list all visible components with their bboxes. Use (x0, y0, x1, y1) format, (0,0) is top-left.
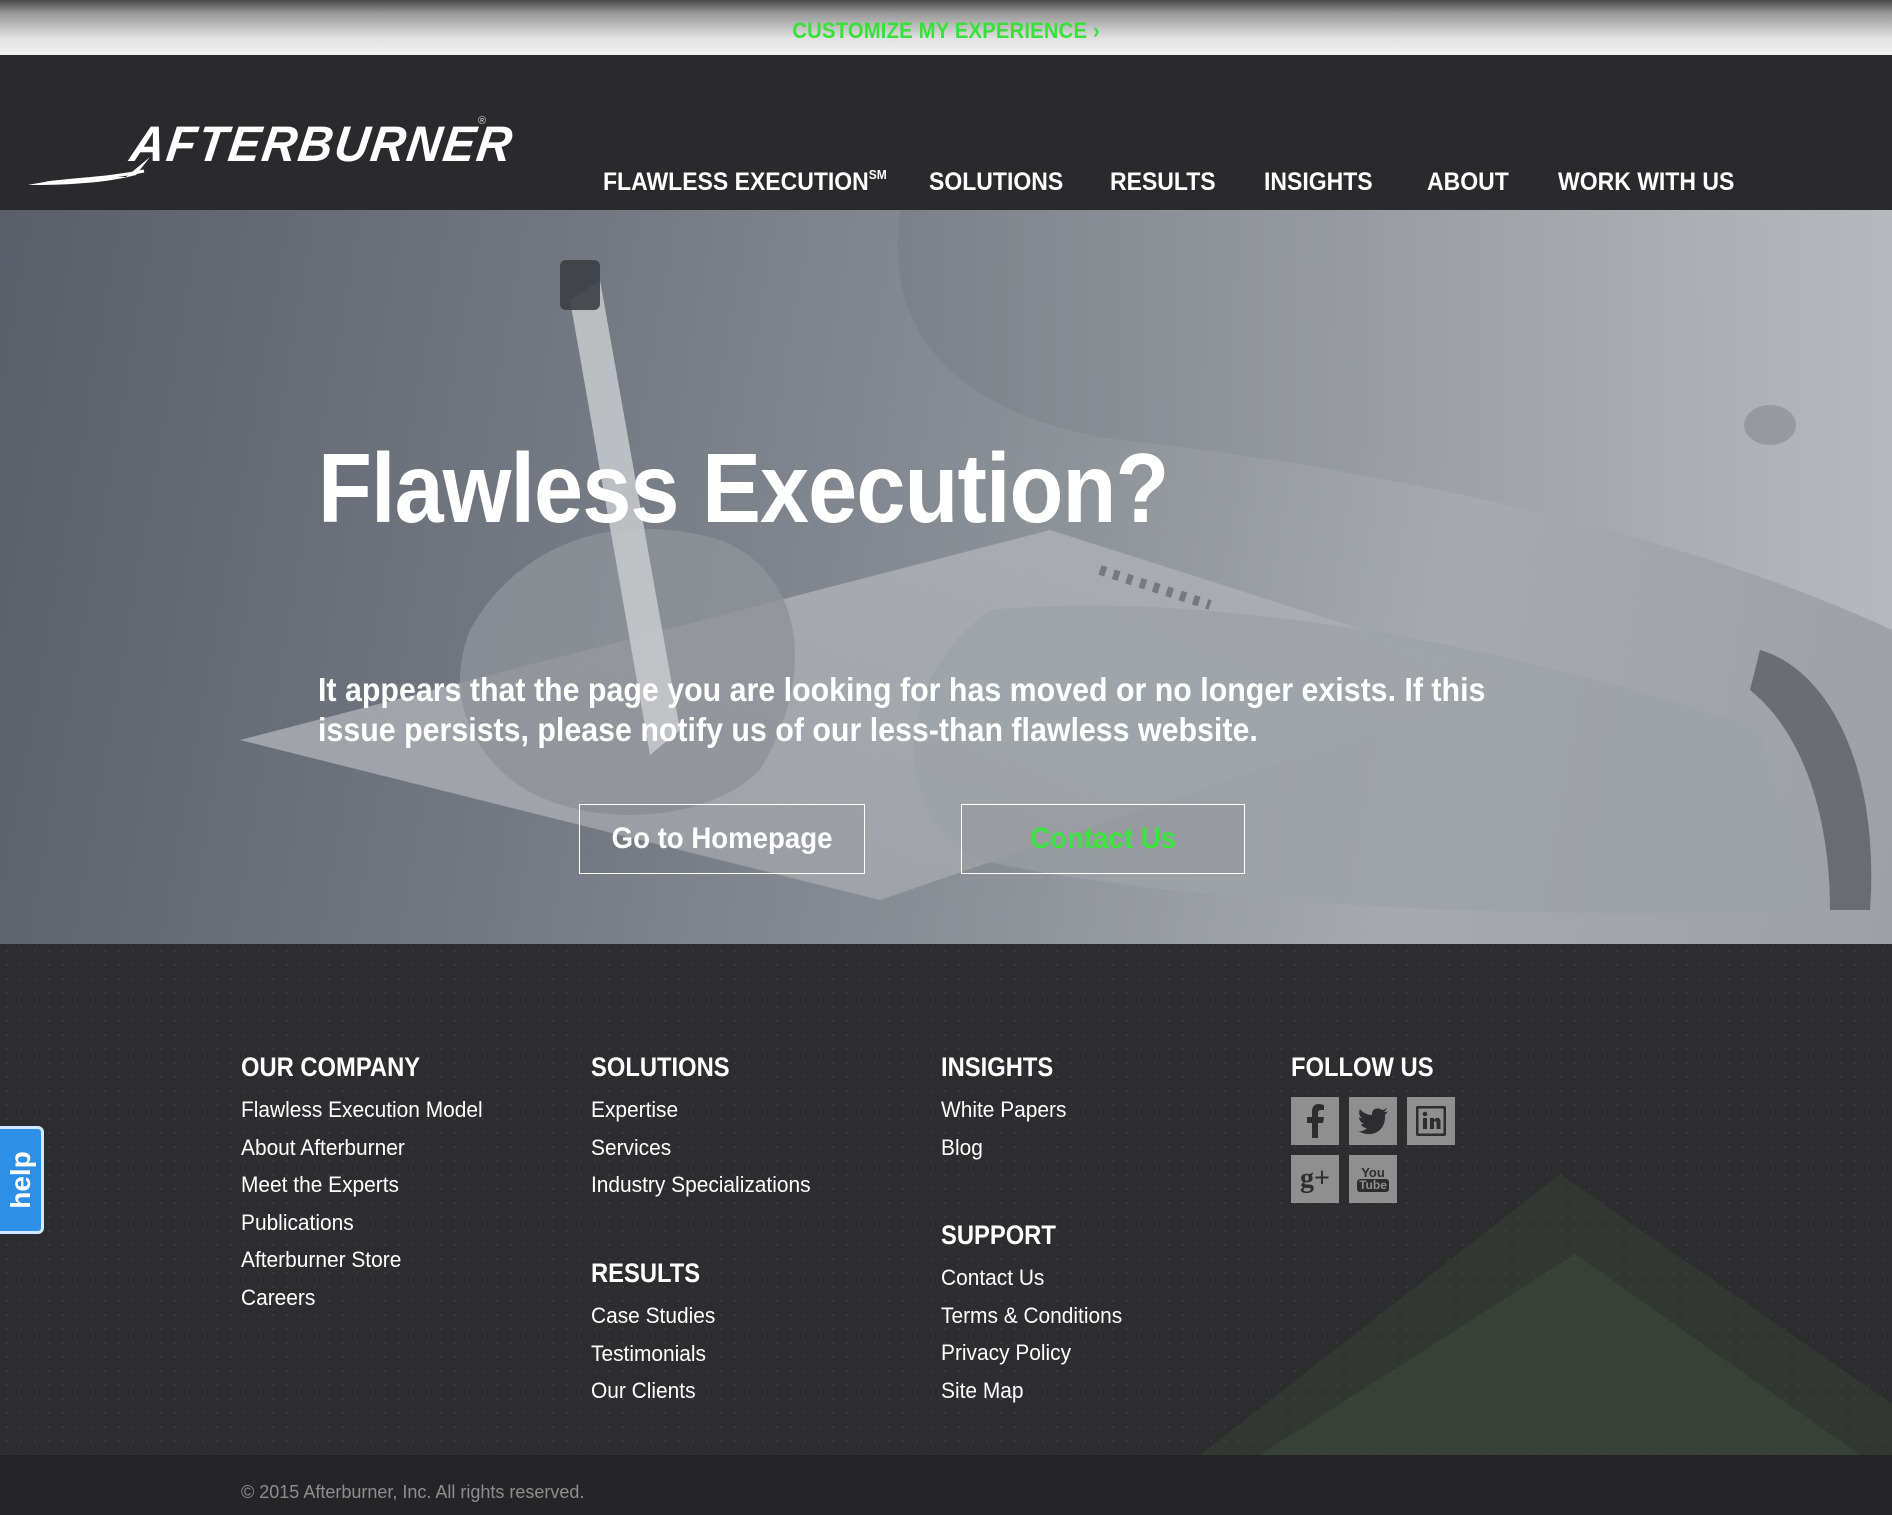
footer-heading-support: SUPPORT (941, 1220, 1056, 1250)
nav-insights[interactable]: INSIGHTS (1264, 168, 1373, 197)
nav-flawless-execution[interactable]: FLAWLESS EXECUTIONSM (603, 166, 887, 197)
footer-col-follow: FOLLOW US g+ You Tube (1291, 1052, 1471, 1207)
footer-col-company: OUR COMPANY Flawless Execution Model Abo… (241, 1052, 495, 1322)
footer-link[interactable]: Blog (941, 1135, 1066, 1173)
help-tab[interactable]: help (0, 1126, 44, 1234)
hero-background-image (240, 210, 1892, 914)
site-footer: OUR COMPANY Flawless Execution Model Abo… (0, 944, 1892, 1455)
twitter-icon[interactable] (1349, 1097, 1397, 1145)
footer-link[interactable]: Publications (241, 1210, 483, 1248)
customize-experience-link[interactable]: CUSTOMIZE MY EXPERIENCE › (792, 18, 1100, 44)
footer-link[interactable]: Meet the Experts (241, 1172, 483, 1210)
footer-col-solutions: SOLUTIONS Expertise Services Industry Sp… (591, 1052, 822, 1210)
google-plus-label: g+ (1300, 1163, 1330, 1194)
footer-link[interactable]: Industry Specializations (591, 1172, 811, 1210)
nav-work-with-us[interactable]: WORK WITH US (1558, 168, 1734, 197)
footer-heading-insights: INSIGHTS (941, 1052, 1054, 1082)
footer-link[interactable]: Afterburner Store (241, 1247, 483, 1285)
footer-link[interactable]: Terms & Conditions (941, 1303, 1122, 1341)
footer-col-insights: INSIGHTS White Papers Blog (941, 1052, 1073, 1172)
footer-link[interactable]: Site Map (941, 1378, 1122, 1416)
footer-link[interactable]: White Papers (941, 1097, 1066, 1135)
hero-banner: Flawless Execution? It appears that the … (0, 210, 1892, 944)
footer-link[interactable]: Careers (241, 1285, 483, 1323)
youtube-icon[interactable]: You Tube (1349, 1155, 1397, 1203)
footer-link[interactable]: Privacy Policy (941, 1340, 1122, 1378)
footer-link[interactable]: Case Studies (591, 1303, 715, 1341)
contact-us-button[interactable]: Contact Us (961, 804, 1245, 874)
nav-solutions[interactable]: SOLUTIONS (929, 168, 1063, 197)
copyright-bar: © 2015 Afterburner, Inc. All rights rese… (0, 1455, 1892, 1515)
registered-mark: ® (478, 115, 487, 127)
brand-name: AFTERBURNER (127, 116, 518, 172)
help-label: help (4, 1151, 36, 1209)
facebook-icon[interactable] (1291, 1097, 1339, 1145)
footer-heading-follow: FOLLOW US (1291, 1052, 1434, 1082)
footer-heading-results: RESULTS (591, 1258, 701, 1288)
footer-col-results: RESULTS Case Studies Testimonials Our Cl… (591, 1258, 722, 1416)
footer-link[interactable]: Flawless Execution Model (241, 1097, 483, 1135)
error-message: It appears that the page you are looking… (318, 671, 1486, 748)
footer-link[interactable]: Testimonials (591, 1341, 715, 1379)
google-plus-icon[interactable]: g+ (1291, 1155, 1339, 1203)
footer-link[interactable]: Our Clients (591, 1378, 715, 1416)
nav-results[interactable]: RESULTS (1110, 168, 1216, 197)
linkedin-icon[interactable] (1407, 1097, 1455, 1145)
error-title: Flawless Execution? (318, 433, 1169, 543)
customize-bar: CUSTOMIZE MY EXPERIENCE › (0, 0, 1892, 55)
copyright-text: © 2015 Afterburner, Inc. All rights rese… (241, 1482, 585, 1502)
footer-link[interactable]: Contact Us (941, 1265, 1122, 1303)
footer-link[interactable]: About Afterburner (241, 1135, 483, 1173)
service-mark: SM (868, 166, 887, 182)
youtube-label-bottom: Tube (1357, 1178, 1389, 1192)
footer-heading-company: OUR COMPANY (241, 1052, 421, 1082)
nav-about[interactable]: ABOUT (1427, 168, 1509, 197)
footer-link[interactable]: Expertise (591, 1097, 811, 1135)
footer-col-support: SUPPORT Contact Us Terms & Conditions Pr… (941, 1220, 1132, 1415)
footer-heading-solutions: SOLUTIONS (591, 1052, 730, 1082)
go-to-homepage-button[interactable]: Go to Homepage (579, 804, 865, 874)
footer-link[interactable]: Services (591, 1135, 811, 1173)
afterburner-logo[interactable]: AFTERBURNER ® (26, 85, 517, 190)
social-icons: g+ You Tube (1291, 1097, 1471, 1207)
